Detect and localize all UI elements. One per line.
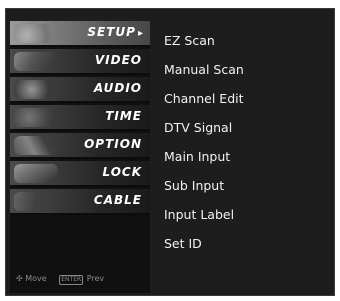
tab-option[interactable]: OPTION — [10, 133, 150, 159]
menu-item-main-input[interactable]: Main Input — [164, 149, 230, 164]
tab-label: OPTION — [84, 137, 142, 151]
tab-setup[interactable]: SETUP ▸ — [10, 21, 150, 47]
tab-label: VIDEO — [94, 53, 142, 67]
video-icon — [14, 52, 58, 71]
navigation-hint: ✣ Move ENTER Prev — [16, 274, 104, 285]
tab-cable[interactable]: CABLE — [10, 189, 150, 215]
menu-sidebar: SETUP ▸ VIDEO AUDIO TIME OPTION LOCK CABL… — [10, 21, 150, 293]
menu-item-manual-scan[interactable]: Manual Scan — [164, 62, 244, 77]
lock-icon — [14, 164, 58, 183]
tab-video[interactable]: VIDEO — [10, 49, 150, 75]
cable-icon — [14, 192, 58, 211]
tab-audio[interactable]: AUDIO — [10, 77, 150, 103]
menu-item-dtv-signal[interactable]: DTV Signal — [164, 120, 232, 135]
move-arrows-icon: ✣ — [16, 274, 23, 283]
tab-label: SETUP ▸ — [87, 25, 144, 39]
tab-label: TIME — [105, 109, 142, 123]
tab-lock[interactable]: LOCK — [10, 161, 150, 187]
chevron-right-icon: ▸ — [137, 28, 144, 39]
tv-menu-window: SETUP ▸ VIDEO AUDIO TIME OPTION LOCK CABL… — [5, 8, 335, 296]
speaker-icon — [14, 80, 58, 99]
clock-icon — [14, 108, 58, 127]
menu-item-set-id[interactable]: Set ID — [164, 236, 202, 251]
option-icon — [14, 136, 58, 155]
menu-item-ez-scan[interactable]: EZ Scan — [164, 33, 215, 48]
enter-key-icon: ENTER — [59, 275, 84, 285]
menu-item-input-label[interactable]: Input Label — [164, 207, 234, 222]
move-hint-label: Move — [25, 274, 47, 283]
prev-hint-label: Prev — [86, 274, 105, 283]
menu-item-sub-input[interactable]: Sub Input — [164, 178, 224, 193]
tab-label: LOCK — [102, 165, 142, 179]
satellite-dish-icon — [14, 24, 58, 43]
tab-time[interactable]: TIME — [10, 105, 150, 131]
menu-item-channel-edit[interactable]: Channel Edit — [164, 91, 244, 106]
tab-label: CABLE — [93, 193, 142, 207]
tab-label: AUDIO — [93, 81, 142, 95]
